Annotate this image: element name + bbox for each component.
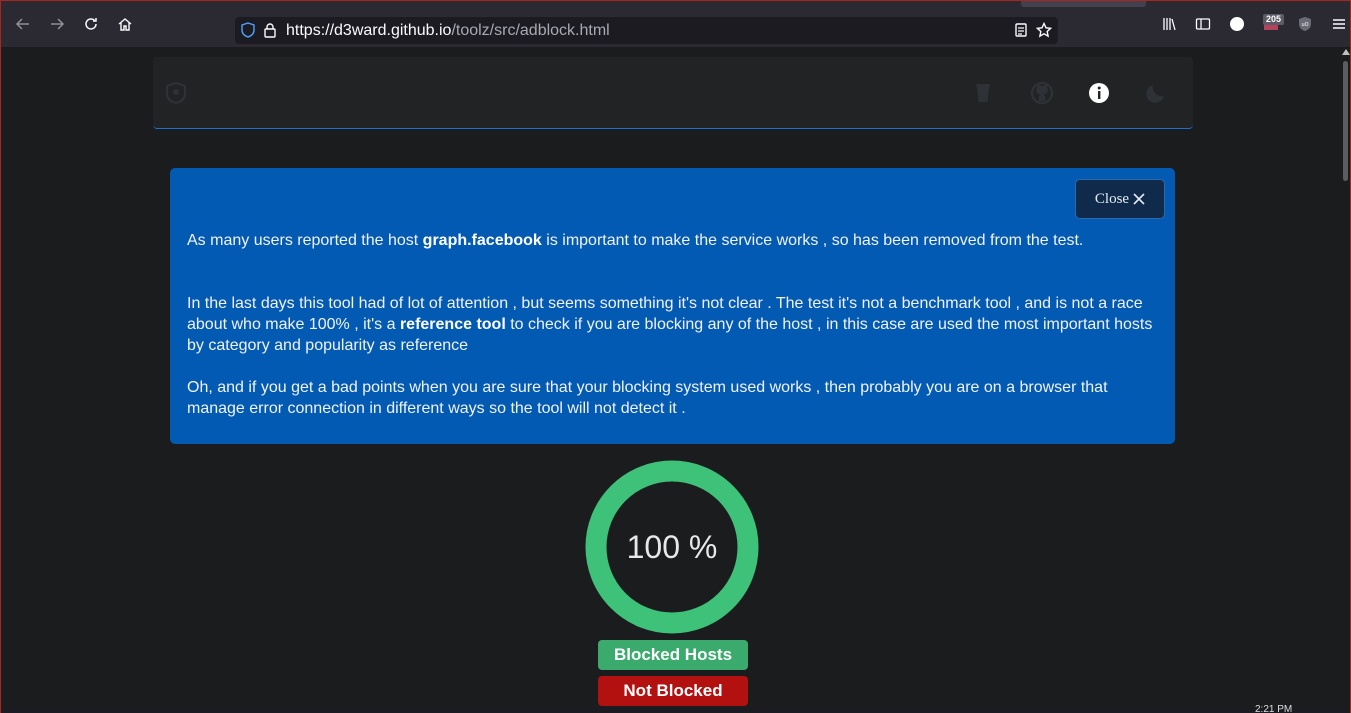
notice-paragraph-2: In the last days this tool had of lot of… bbox=[187, 295, 1153, 354]
not-blocked-legend: Not Blocked bbox=[598, 676, 748, 706]
back-button[interactable] bbox=[11, 12, 35, 36]
notice-paragraph-1: As many users reported the host graph.fa… bbox=[187, 232, 1084, 249]
reload-icon bbox=[85, 18, 97, 30]
sidebar-icon bbox=[1195, 18, 1211, 30]
arrow-right-icon bbox=[51, 18, 65, 30]
reload-button[interactable] bbox=[79, 12, 103, 36]
taskbar-strip bbox=[1, 707, 1350, 713]
blocked-hosts-legend: Blocked Hosts bbox=[598, 640, 748, 670]
ublock-shield-icon: uO bbox=[1299, 17, 1311, 31]
account-circle-icon bbox=[1230, 17, 1244, 31]
lock-icon[interactable] bbox=[262, 22, 278, 38]
library-button[interactable] bbox=[1157, 12, 1181, 36]
close-button-label: Close bbox=[1094, 190, 1130, 207]
sidebar-button[interactable] bbox=[1191, 12, 1215, 36]
site-navbar bbox=[153, 57, 1193, 129]
reader-view-icon[interactable] bbox=[1013, 22, 1029, 38]
github-icon[interactable] bbox=[1030, 81, 1054, 105]
extension-badge: 205 bbox=[1263, 14, 1285, 25]
coffee-cup-icon[interactable] bbox=[971, 81, 995, 105]
hamburger-menu-icon bbox=[1333, 19, 1345, 29]
home-icon bbox=[118, 18, 132, 31]
scrollbar-thumb[interactable] bbox=[1343, 61, 1348, 181]
browser-toolbar: https://d3ward.github.io/toolz/src/adblo… bbox=[1, 1, 1350, 47]
menu-button[interactable] bbox=[1327, 12, 1351, 36]
ublock-button[interactable]: uO bbox=[1293, 12, 1317, 36]
active-tab-indicator[interactable] bbox=[1021, 1, 1146, 7]
scroll-up-arrow-icon[interactable] bbox=[1342, 49, 1350, 55]
taskbar-clock: 2:21 PM bbox=[1255, 704, 1293, 713]
bookmark-star-icon[interactable] bbox=[1036, 22, 1052, 38]
url-text[interactable]: https://d3ward.github.io/toolz/src/adblo… bbox=[286, 22, 610, 40]
info-icon[interactable] bbox=[1087, 81, 1111, 105]
svg-text:uO: uO bbox=[1301, 22, 1308, 28]
shield-icon[interactable] bbox=[240, 22, 256, 38]
home-button[interactable] bbox=[113, 12, 137, 36]
page-scrollbar[interactable] bbox=[1341, 47, 1350, 707]
address-bar[interactable]: https://d3ward.github.io/toolz/src/adblo… bbox=[235, 17, 1058, 44]
site-logo-shield-icon[interactable] bbox=[164, 81, 188, 105]
library-icon bbox=[1163, 18, 1176, 31]
dark-mode-moon-icon[interactable] bbox=[1144, 81, 1168, 105]
forward-button[interactable] bbox=[45, 12, 69, 36]
close-button[interactable]: Close bbox=[1075, 179, 1165, 219]
result-percentage: 100 % bbox=[626, 528, 718, 565]
close-x-icon bbox=[1133, 193, 1145, 205]
page-content: Close As many users reported the host gr… bbox=[1, 47, 1342, 713]
notice-paragraph-3: Oh, and if you get a bad points when you… bbox=[187, 379, 1108, 417]
arrow-left-icon bbox=[15, 18, 29, 30]
notice-banner: Close As many users reported the host gr… bbox=[170, 168, 1175, 444]
account-button[interactable] bbox=[1225, 12, 1249, 36]
